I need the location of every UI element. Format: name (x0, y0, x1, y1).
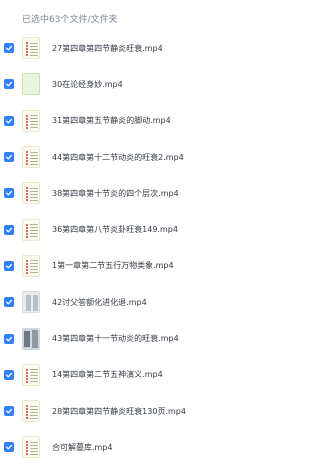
file-row[interactable]: 43第四章第十一节动炎的旺衰.mp4 (0, 320, 280, 356)
checkbox-checked-icon[interactable] (4, 406, 14, 417)
file-name: 1第一章第二节五行万物类象.mp4 (52, 261, 174, 271)
checkbox-checked-icon[interactable] (4, 260, 14, 271)
checkbox-checked-icon[interactable] (4, 369, 14, 380)
checkbox-checked-icon[interactable] (4, 188, 14, 199)
file-name: 14第四章第二节五神演义.mp4 (52, 370, 163, 380)
file-name: 38第四章第十节炎的四个层次.mp4 (52, 188, 179, 198)
file-thumbnail-icon (22, 363, 40, 386)
file-name: 30在论经身妙.mp4 (52, 79, 123, 89)
file-thumbnail-icon (22, 109, 40, 132)
checkbox-checked-icon[interactable] (4, 115, 14, 126)
file-row[interactable]: 31第四章第五节静炎的脚动.mp4 (0, 103, 280, 139)
file-row[interactable]: 30在论经身妙.mp4 (0, 66, 280, 102)
file-row[interactable]: 合可解墓库.mp4 (0, 429, 280, 465)
file-row[interactable]: 42讨父答额化进化退.mp4 (0, 284, 280, 320)
file-name: 44第四章第十二节动炎的旺衰2.mp4 (52, 152, 184, 162)
file-name: 27第四章第四节静炎旺衰.mp4 (52, 43, 163, 53)
file-row[interactable]: 38第四章第十节炎的四个层次.mp4 (0, 175, 280, 211)
file-thumbnail-icon (22, 327, 40, 350)
checkbox-checked-icon[interactable] (4, 333, 14, 344)
checkbox-checked-icon[interactable] (4, 224, 14, 235)
file-thumbnail-icon (22, 254, 40, 277)
file-name: 42讨父答额化进化退.mp4 (52, 297, 147, 307)
file-row[interactable]: 36第四章第八节炎卦旺衰149.mp4 (0, 211, 280, 247)
checkbox-checked-icon[interactable] (4, 152, 14, 163)
file-thumbnail-icon (22, 400, 40, 423)
file-name: 36第四章第八节炎卦旺衰149.mp4 (52, 225, 178, 235)
file-row[interactable]: 44第四章第十二节动炎的旺衰2.mp4 (0, 139, 280, 175)
file-thumbnail-icon (22, 146, 40, 169)
file-row[interactable]: 14第四章第二节五神演义.mp4 (0, 357, 280, 393)
file-thumbnail-icon (22, 436, 40, 459)
file-thumbnail-icon (22, 218, 40, 241)
file-name: 合可解墓库.mp4 (52, 442, 113, 452)
file-thumbnail-icon (22, 182, 40, 205)
file-name: 31第四章第五节静炎的脚动.mp4 (52, 116, 171, 126)
file-name: 43第四章第十一节动炎的旺衰.mp4 (52, 334, 179, 344)
file-row[interactable]: 28第四章第四节静炎旺衰130页.mp4 (0, 393, 280, 429)
checkbox-checked-icon[interactable] (4, 442, 14, 453)
file-row[interactable]: 27第四章第四节静炎旺衰.mp4 (0, 30, 280, 66)
selection-count-text: 已选中63个文件/文件夹 (22, 14, 118, 25)
file-list: 27第四章第四节静炎旺衰.mp4 30在论经身妙.mp4 31第四章第五节静炎的脚动… (0, 30, 280, 466)
file-thumbnail-icon (22, 291, 40, 314)
file-thumbnail-icon (22, 73, 40, 96)
file-row[interactable]: 1第一章第二节五行万物类象.mp4 (0, 248, 280, 284)
file-name: 28第四章第四节静炎旺衰130页.mp4 (52, 406, 186, 416)
checkbox-checked-icon[interactable] (4, 43, 14, 54)
checkbox-checked-icon[interactable] (4, 297, 14, 308)
file-thumbnail-icon (22, 37, 40, 60)
checkbox-checked-icon[interactable] (4, 79, 14, 90)
